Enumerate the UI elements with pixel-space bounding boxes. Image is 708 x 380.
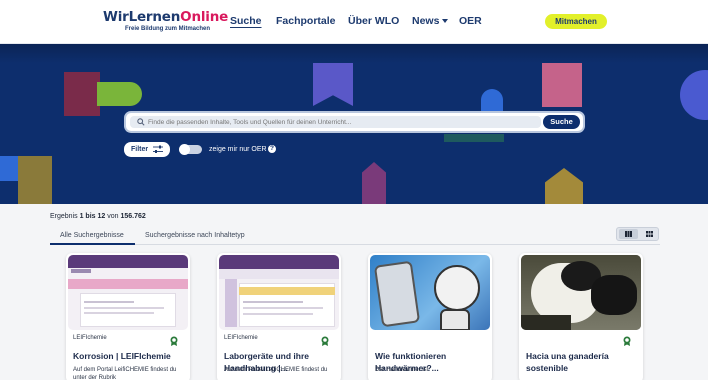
mitmachen-button[interactable]: Mitmachen: [545, 14, 607, 29]
decor-shape: [0, 156, 18, 181]
search-icon: [137, 118, 145, 126]
tab-nach-inhaltetyp[interactable]: Suchergebnisse nach Inhaltetyp: [145, 232, 245, 239]
tab-divider: [50, 244, 660, 245]
nav-ueber-wlo[interactable]: Über WLO: [348, 15, 399, 27]
logo-tagline: Freie Bildung zum Mitmachen: [125, 26, 211, 32]
decor-shape: [313, 63, 353, 106]
oer-toggle-label: zeige mir nur OER: [209, 146, 267, 153]
nav-news[interactable]: News: [412, 15, 439, 27]
card-description: Auf dem Portal LeifiCHEMIE findest du un…: [73, 367, 177, 380]
tab-alle-suchergebnisse[interactable]: Alle Suchergebnisse: [60, 232, 124, 239]
decor-shape: [545, 168, 583, 204]
decor-shape: [444, 134, 504, 142]
chevron-down-icon[interactable]: [442, 19, 448, 23]
oer-badge-icon: [623, 336, 631, 346]
result-card[interactable]: Wie funktionieren Handwärmer?... Der Han…: [368, 253, 492, 380]
site-logo[interactable]: WirLernenOnline Freie Bildung zum Mitmac…: [103, 9, 229, 32]
card-description: Auf dem Portal LeifiCHEMIE findest du: [224, 367, 328, 373]
decor-shape: [362, 162, 386, 204]
oer-badge-icon: [170, 336, 178, 346]
card-source: LEIFIchemie: [73, 335, 107, 341]
logo-wordmark: WirLernenOnline: [103, 9, 229, 25]
active-tab-indicator: [50, 243, 135, 245]
search-hero: Suche Filter zeige mir nur OER ?: [0, 44, 708, 204]
card-thumbnail: [521, 255, 641, 330]
card-description: Der Handwärmer ist: [375, 367, 429, 373]
oer-badge-icon: [321, 336, 329, 346]
sliders-icon: [153, 145, 163, 153]
result-count: Ergebnis 1 bis 12 von 156.762: [50, 213, 146, 220]
nav-oer[interactable]: OER: [459, 15, 482, 27]
result-card[interactable]: Hacia una ganadería sostenible: [519, 253, 643, 380]
filter-label: Filter: [131, 146, 149, 153]
nav-fachportale[interactable]: Fachportale: [276, 15, 336, 27]
grid-view-icon[interactable]: [646, 231, 653, 237]
hero-band: [0, 44, 708, 63]
help-icon[interactable]: ?: [268, 145, 276, 153]
decor-shape: [542, 63, 582, 107]
decor-shape: [97, 82, 142, 106]
card-title[interactable]: Hacia una ganadería sostenible: [526, 350, 638, 374]
card-source: LEIFIchemie: [224, 335, 258, 341]
filter-button[interactable]: Filter: [124, 142, 170, 157]
search-field[interactable]: [130, 116, 541, 128]
oer-toggle[interactable]: [179, 144, 202, 155]
card-thumbnail: [219, 255, 339, 330]
result-card[interactable]: LEIFIchemie Korrosion | LEIFIchemie Auf …: [66, 253, 190, 380]
search-bar: Suche: [124, 111, 585, 133]
decor-shape: [680, 70, 708, 120]
view-toggle: [616, 227, 659, 241]
nav-suche[interactable]: Suche: [230, 15, 262, 27]
search-button[interactable]: Suche: [543, 115, 580, 129]
decor-shape: [18, 156, 52, 204]
search-input[interactable]: [148, 116, 538, 128]
result-card[interactable]: LEIFIchemie Laborgeräte und ihre Handhab…: [217, 253, 341, 380]
decor-shape: [64, 72, 100, 116]
card-thumbnail: [68, 255, 188, 330]
card-title[interactable]: Korrosion | LEIFIchemie: [73, 350, 185, 362]
site-header: WirLernenOnline Freie Bildung zum Mitmac…: [0, 0, 708, 44]
card-thumbnail: [370, 255, 490, 330]
columns-view-icon[interactable]: [625, 231, 632, 237]
toggle-knob: [179, 144, 190, 155]
